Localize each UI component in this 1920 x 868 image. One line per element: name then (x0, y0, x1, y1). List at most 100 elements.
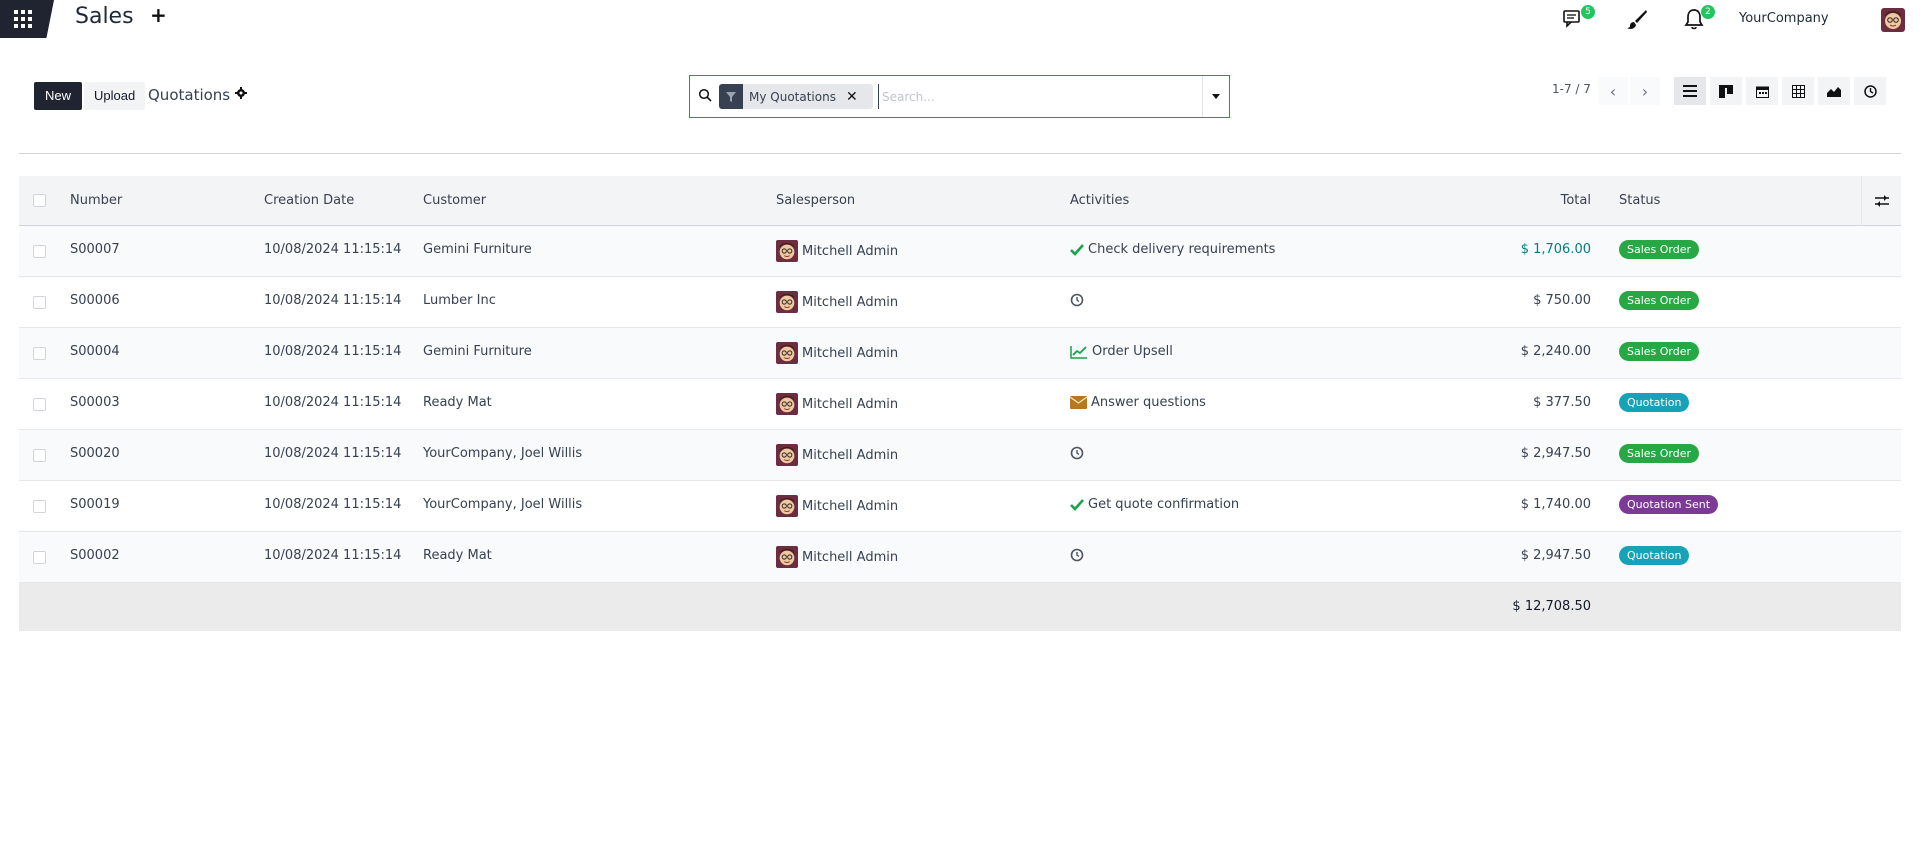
chevron-right-icon: › (1641, 81, 1649, 101)
salesperson[interactable]: Mitchell Admin (776, 291, 898, 313)
table-header: Number Creation Date Customer Salesperso… (19, 176, 1901, 226)
table-row[interactable]: S00002 10/08/2024 11:15:14 Ready Mat Mitche… (19, 532, 1901, 583)
order-number: S00020 (70, 446, 120, 461)
breadcrumb: Quotations (148, 86, 248, 104)
order-number: S00006 (70, 293, 120, 308)
search-input[interactable] (878, 84, 1178, 109)
activity[interactable]: Get quote confirmation (1070, 497, 1239, 512)
list-view-icon (1683, 85, 1697, 97)
activity[interactable]: Check delivery requirements (1070, 242, 1275, 257)
close-icon[interactable]: ✕ (846, 89, 858, 105)
select-all-checkbox[interactable] (33, 194, 46, 207)
salesperson[interactable]: Mitchell Admin (776, 546, 898, 568)
row-checkbox[interactable] (33, 449, 46, 462)
pivot-view-button[interactable] (1782, 77, 1814, 105)
customer-name: Ready Mat (423, 548, 492, 563)
upload-button[interactable]: Upload (84, 82, 146, 110)
salesperson[interactable]: Mitchell Admin (776, 495, 898, 517)
activity[interactable] (1070, 293, 1088, 307)
salesperson[interactable]: Mitchell Admin (776, 444, 898, 466)
search-options-toggle[interactable] (1202, 76, 1229, 117)
table-row[interactable]: S00003 10/08/2024 11:15:14 Ready Mat Mitche… (19, 379, 1901, 430)
row-checkbox[interactable] (33, 245, 46, 258)
customer-name: YourCompany, Joel Willis (423, 497, 583, 512)
order-total: $ 750.00 (1533, 293, 1591, 308)
activity-view-button[interactable] (1854, 77, 1886, 105)
creation-date: 10/08/2024 11:15:14 (264, 446, 402, 461)
table-row[interactable]: S00004 10/08/2024 11:15:14 Gemini Furnitur… (19, 328, 1901, 379)
company-switcher[interactable]: YourCompany (1739, 11, 1829, 26)
salesperson-name: Mitchell Admin (802, 294, 899, 310)
activity[interactable] (1070, 548, 1088, 562)
calendar-view-button[interactable] (1746, 77, 1778, 105)
chevron-left-icon: ‹ (1609, 81, 1617, 101)
salesperson[interactable]: Mitchell Admin (776, 342, 898, 364)
column-header-activities[interactable]: Activities (1070, 193, 1129, 208)
column-header-salesperson[interactable]: Salesperson (776, 193, 855, 208)
grand-total: $ 12,708.50 (1512, 599, 1591, 614)
order-number: S00002 (70, 548, 120, 563)
brush-icon (1627, 10, 1647, 29)
salesperson[interactable]: Mitchell Admin (776, 240, 898, 262)
salesperson[interactable]: Mitchell Admin (776, 393, 898, 415)
status-badge: Sales Order (1619, 342, 1700, 361)
column-header-total[interactable]: Total (1471, 193, 1591, 208)
column-header-customer[interactable]: Customer (423, 193, 486, 208)
pager-value[interactable]: 1-7 / 7 (1552, 82, 1591, 96)
avatar (776, 240, 798, 262)
salesperson-name: Mitchell Admin (802, 345, 899, 361)
column-header-number[interactable]: Number (70, 193, 122, 208)
row-checkbox[interactable] (33, 551, 46, 564)
salesperson-name: Mitchell Admin (802, 243, 899, 259)
table-row[interactable]: S00007 10/08/2024 11:15:14 Gemini Furnitur… (19, 226, 1901, 277)
gear-icon[interactable] (235, 87, 248, 103)
status-badge: Sales Order (1619, 240, 1700, 259)
status-badge: Quotation Sent (1619, 495, 1719, 514)
avatar (776, 546, 798, 568)
new-button[interactable]: New (34, 82, 83, 110)
row-checkbox[interactable] (33, 347, 46, 360)
optional-columns-toggle[interactable] (1861, 176, 1901, 226)
search-facet[interactable]: My Quotations ✕ (719, 84, 873, 109)
activities-button[interactable]: 2 (1682, 5, 1715, 30)
apps-menu-button[interactable] (0, 0, 54, 38)
list-view-button[interactable] (1674, 77, 1706, 105)
envelope-icon (1070, 396, 1087, 409)
clock-icon (1070, 293, 1084, 307)
status-badge: Quotation (1619, 546, 1690, 565)
activity[interactable] (1070, 446, 1088, 460)
row-checkbox[interactable] (33, 296, 46, 309)
activity[interactable]: Answer questions (1070, 395, 1206, 410)
order-number: S00003 (70, 395, 120, 410)
chevron-down-icon (1212, 94, 1220, 99)
row-checkbox[interactable] (33, 398, 46, 411)
customer-name: Gemini Furniture (423, 242, 532, 257)
activity-summary: Get quote confirmation (1088, 497, 1240, 512)
table-row[interactable]: S00020 10/08/2024 11:15:14 YourCompany, Jo… (19, 430, 1901, 481)
calendar-view-icon (1755, 86, 1769, 98)
graph-view-icon (1827, 87, 1841, 97)
table-row[interactable]: S00019 10/08/2024 11:15:14 YourCompany, Jo… (19, 481, 1901, 532)
activity[interactable]: Order Upsell (1070, 344, 1173, 359)
messages-count-badge: 5 (1581, 5, 1595, 19)
salesperson-name: Mitchell Admin (802, 498, 899, 514)
app-title: Sales (75, 4, 134, 29)
pager-previous[interactable]: ‹ (1598, 77, 1628, 105)
table-row[interactable]: S00006 10/08/2024 11:15:14 Lumber Inc Mitch… (19, 277, 1901, 328)
row-checkbox[interactable] (33, 500, 46, 513)
customer-name: YourCompany, Joel Willis (423, 446, 583, 461)
graph-view-button[interactable] (1818, 77, 1850, 105)
column-header-creation-date[interactable]: Creation Date (264, 193, 354, 208)
creation-date: 10/08/2024 11:15:14 (264, 395, 402, 410)
facet-label: My Quotations (749, 89, 836, 104)
plus-icon[interactable]: + (150, 3, 167, 27)
search-bar: My Quotations ✕ (689, 75, 1230, 118)
kanban-view-button[interactable] (1710, 77, 1742, 105)
column-header-status[interactable]: Status (1619, 193, 1660, 208)
pager-next[interactable]: › (1630, 77, 1660, 105)
theme-button[interactable] (1625, 8, 1649, 30)
creation-date: 10/08/2024 11:15:14 (264, 548, 402, 563)
messages-button[interactable]: 5 (1562, 5, 1595, 30)
order-total: $ 377.50 (1533, 395, 1591, 410)
user-avatar[interactable] (1881, 8, 1905, 32)
